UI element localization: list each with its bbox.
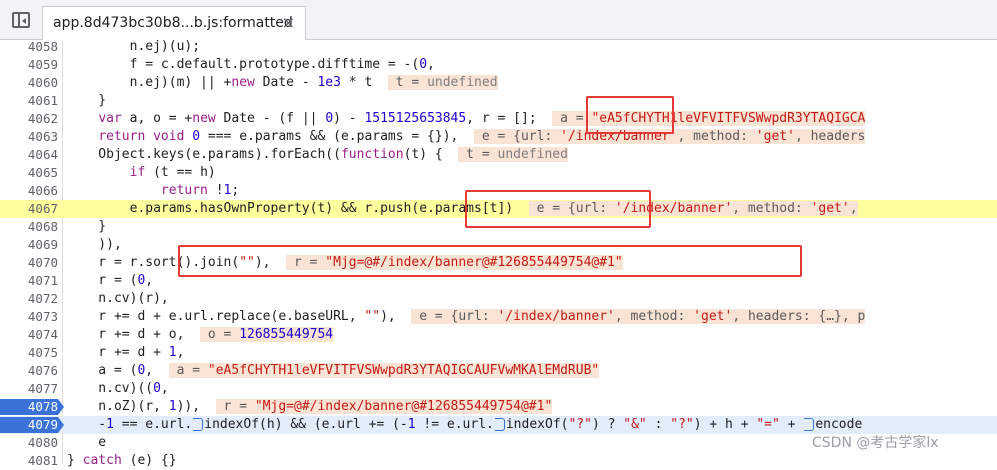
code-line: 4061 }: [0, 92, 997, 110]
sidebar-toggle-icon[interactable]: [12, 12, 30, 28]
code-text: return void 0 === e.params && (e.params …: [98, 129, 866, 144]
line-number[interactable]: 4080: [0, 434, 58, 452]
code-editor[interactable]: 4058 n.ej)(u); 4059 f = c.default.protot…: [0, 38, 997, 468]
code-line: 4063 return void 0 === e.params && (e.pa…: [0, 128, 997, 146]
line-number[interactable]: 4078: [0, 398, 58, 416]
code-line: 4064 Object.keys(e.params).forEach((func…: [0, 146, 997, 164]
code-text: )),: [67, 237, 122, 252]
code-line: 4065 if (t == h): [0, 164, 997, 182]
line-number[interactable]: 4074: [0, 326, 58, 344]
line-number[interactable]: 4073: [0, 308, 58, 326]
code-text: r = (0,: [67, 273, 154, 288]
step-marker-icon[interactable]: [494, 418, 505, 431]
code-text: }: [67, 219, 107, 234]
line-number[interactable]: 4079: [0, 416, 58, 434]
code-text: n.oZ)(r, 1)), r = "Mjg=@#/index/banner@#…: [67, 399, 553, 414]
code-line-breakpoint: 4078 n.oZ)(r, 1)), r = "Mjg=@#/index/ban…: [0, 398, 997, 416]
line-number[interactable]: 4061: [0, 92, 58, 110]
code-text: var a, o = +new Date - (f || 0) - 151512…: [98, 111, 866, 126]
line-number[interactable]: 4076: [0, 362, 58, 380]
code-line: 4081 } catch (e) {}: [0, 452, 997, 470]
watermark: CSDN @考古学家lx: [812, 435, 939, 451]
line-number[interactable]: 4071: [0, 272, 58, 290]
code-line: 4074 r += d + o, o = 126855449754: [0, 326, 997, 344]
code-text: if (t == h): [129, 165, 216, 180]
code-line: 4075 r += d + 1,: [0, 344, 997, 362]
code-text: n.cv)(r),: [67, 291, 169, 306]
code-text: r += d + o, o = 126855449754: [67, 327, 334, 342]
line-number[interactable]: 4064: [0, 146, 58, 164]
line-number[interactable]: 4070: [0, 254, 58, 272]
inline-value: a = "eA5fCHYTH1leVFVITFVSWwpdR3YTAQIGCAU…: [168, 363, 600, 378]
line-number[interactable]: 4081: [0, 452, 58, 470]
code-text: n.cv)((0,: [67, 381, 169, 396]
code-line: 4060 n.ej)(m) || +new Date - 1e3 * t t =…: [0, 74, 997, 92]
code-line: 4062 var a, o = +new Date - (f || 0) - 1…: [0, 110, 997, 128]
code-line: 4077 n.cv)((0,: [0, 380, 997, 398]
code-text: n.ej)(m) || +new Date - 1e3 * t t = unde…: [67, 75, 498, 90]
code-line: 4076 a = (0, a = "eA5fCHYTH1leVFVITFVSWw…: [0, 362, 997, 380]
line-number[interactable]: 4062: [0, 110, 58, 128]
code-text: n.ej)(u);: [67, 39, 201, 54]
inline-value: r = "Mjg=@#/index/banner@#126855449754@#…: [215, 399, 553, 414]
editor-tab-bar: app.8d473bc30b8...b.js:formatted ×: [0, 0, 997, 40]
code-text: r += d + 1,: [67, 345, 185, 360]
line-number[interactable]: 4066: [0, 182, 58, 200]
code-text: }: [67, 93, 107, 108]
line-number[interactable]: 4077: [0, 380, 58, 398]
line-number[interactable]: 4067: [0, 200, 58, 218]
line-number[interactable]: 4065: [0, 164, 58, 182]
inline-value: t = undefined: [387, 75, 498, 90]
line-number[interactable]: 4059: [0, 56, 58, 74]
code-text: Object.keys(e.params).forEach((function(…: [67, 147, 568, 162]
annotation-box-r-init: [586, 96, 674, 134]
code-line: 4073 r += d + e.url.replace(e.baseURL, "…: [0, 308, 997, 326]
tab-source-file[interactable]: app.8d473bc30b8...b.js:formatted ×: [42, 6, 306, 40]
annotation-box-r-push: [465, 190, 651, 228]
code-text: a = (0, a = "eA5fCHYTH1leVFVITFVSWwpdR3Y…: [67, 363, 600, 378]
code-text: f = c.default.prototype.difftime = -(0,: [67, 57, 435, 72]
line-number[interactable]: 4072: [0, 290, 58, 308]
line-number[interactable]: 4060: [0, 74, 58, 92]
code-text: e.params.hasOwnProperty(t) && r.push(e.p…: [67, 201, 858, 216]
line-number[interactable]: 4069: [0, 236, 58, 254]
code-text: } catch (e) {}: [67, 453, 177, 468]
code-line: 4058 n.ej)(u);: [0, 38, 997, 56]
inline-value: o = 126855449754: [200, 327, 334, 342]
line-number[interactable]: 4068: [0, 218, 58, 236]
line-number[interactable]: 4058: [0, 38, 58, 56]
code-line: 4059 f = c.default.prototype.difftime = …: [0, 56, 997, 74]
code-line: 4072 n.cv)(r),: [0, 290, 997, 308]
tab-title: app.8d473bc30b8...b.js:formatted: [53, 15, 293, 31]
inline-value: t = undefined: [458, 147, 568, 162]
code-text: e: [67, 435, 107, 450]
annotation-box-r-sort-join: [178, 245, 802, 277]
code-text: return !1;: [160, 183, 240, 198]
line-number[interactable]: 4063: [0, 128, 58, 146]
line-number[interactable]: 4075: [0, 344, 58, 362]
step-marker-icon[interactable]: [193, 418, 204, 431]
close-icon[interactable]: ×: [282, 13, 295, 32]
code-text: -1 == e.url. indexOf(h) && (e.url += (-1 …: [67, 417, 863, 432]
inline-value: e = {url: '/index/banner', method: 'get'…: [411, 309, 866, 324]
code-text: r += d + e.url.replace(e.baseURL, ""), e…: [67, 309, 866, 324]
step-marker-icon[interactable]: [804, 418, 815, 431]
